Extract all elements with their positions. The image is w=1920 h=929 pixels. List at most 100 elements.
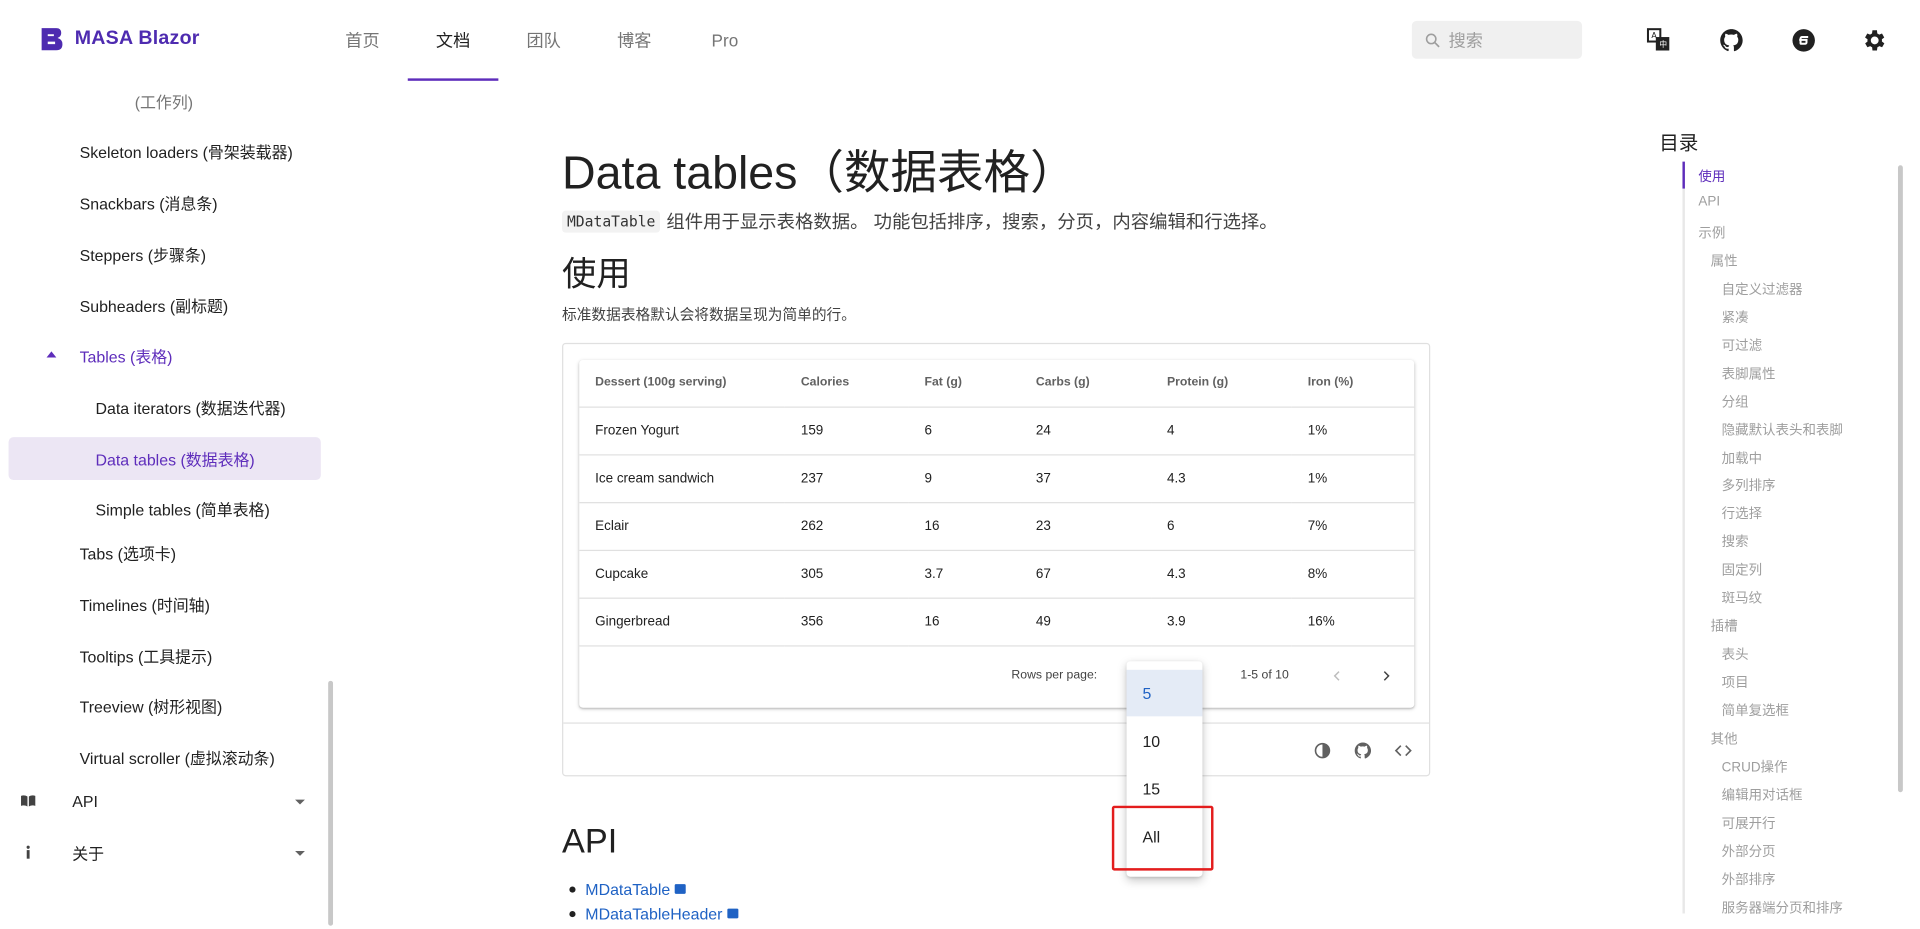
theme-toggle-button[interactable] (1310, 738, 1334, 762)
table-cell: 159 (784, 406, 909, 455)
toc-item[interactable]: 表脚属性 (1722, 363, 1776, 383)
sidebar-item-treeview[interactable]: Treeview (树形视图) (0, 684, 321, 727)
table-cell: Frozen Yogurt (579, 406, 785, 455)
toc-item[interactable]: 外部排序 (1722, 869, 1776, 889)
sidebar-item-virtual-scroller[interactable]: Virtual scroller (虚拟滚动条) (0, 736, 321, 779)
toc-item[interactable]: 隐藏默认表头和表脚 (1722, 419, 1843, 439)
table-of-contents: 使用 API 示例属性自定义过滤器 紧凑可过滤表脚属性分组隐藏默认表头和表脚 加载中多列… (1682, 161, 1902, 917)
api-link-mdatatableheader[interactable]: MDataTableHeader (562, 901, 739, 925)
toc-item[interactable]: CRUD操作 (1722, 757, 1788, 777)
table-cell: 67 (1020, 549, 1152, 599)
view-source-github-button[interactable] (1351, 738, 1375, 762)
sidebar-group-about[interactable]: 关于 (0, 831, 321, 874)
data-table: Dessert (100g serving) Calories Fat (g) … (579, 360, 1415, 708)
toc-item[interactable]: 可过滤 (1722, 335, 1762, 355)
column-header[interactable]: Iron (%) (1291, 360, 1415, 408)
sidebar-item-data-iterators[interactable]: Data iterators (数据迭代器) (0, 386, 321, 429)
toc-item[interactable]: 项目 (1722, 672, 1749, 692)
usage-description: 标准数据表格默认会将数据呈现为简单的行。 (562, 306, 856, 324)
sidebar-item-label: Tooltips (工具提示) (79, 647, 213, 667)
rows-option-10[interactable]: 10 (1127, 718, 1203, 765)
app-header: MASA Blazor 首页 文档 团队 博客 Pro A中 (0, 0, 1920, 81)
sidebar-item-timelines[interactable]: Timelines (时间轴) (0, 583, 321, 626)
nav-team[interactable]: 团队 (498, 0, 589, 81)
next-page-button[interactable] (1374, 664, 1398, 688)
info-icon (26, 845, 30, 859)
toc-item[interactable]: 编辑用对话框 (1722, 785, 1803, 805)
toc-item[interactable]: 简单复选框 (1722, 700, 1789, 720)
toc-item[interactable]: 属性 (1711, 251, 1738, 271)
toc-item[interactable]: 自定义过滤器 (1722, 279, 1803, 299)
table-cell: 6 (1151, 502, 1292, 551)
toc-item[interactable]: 表头 (1722, 644, 1749, 664)
gitee-icon[interactable] (1789, 26, 1818, 55)
toc-item[interactable]: 示例 (1698, 223, 1725, 243)
toc-item[interactable]: 服务器端分页和排序 (1722, 897, 1843, 917)
rows-option-all[interactable]: All (1127, 813, 1203, 860)
column-header[interactable]: Dessert (100g serving) (579, 360, 785, 408)
github-icon[interactable] (1717, 26, 1746, 55)
table-cell: 8% (1291, 549, 1415, 599)
column-header[interactable]: Carbs (g) (1020, 360, 1152, 408)
toc-item[interactable]: 行选择 (1722, 504, 1762, 524)
rows-option-5[interactable]: 5 (1126, 669, 1203, 717)
toc-item[interactable]: 分组 (1722, 391, 1749, 411)
column-header[interactable]: Protein (g) (1151, 360, 1292, 408)
table-cell: 23 (1020, 502, 1152, 551)
table-cell: Ice cream sandwich (579, 454, 785, 503)
api-heading: API (562, 821, 618, 860)
sidebar-group-tables[interactable]: Tables (表格) (0, 334, 321, 377)
toc-item[interactable]: API (1698, 195, 1720, 210)
table-row: Gingerbread 356 16 49 3.9 16% (579, 597, 1415, 646)
sidebar-item-subheaders[interactable]: Subheaders (副标题) (0, 284, 321, 327)
sidebar-item-tabs[interactable]: Tabs (选项卡) (0, 531, 321, 574)
top-nav: 首页 文档 团队 博客 Pro (317, 0, 770, 81)
nav-label: 博客 (617, 30, 652, 51)
table-cell: 7% (1291, 502, 1415, 551)
nav-pro[interactable]: Pro (680, 0, 771, 81)
sidebar-item-steppers[interactable]: Steppers (步骤条) (0, 233, 321, 276)
sidebar-item-skeleton-loaders[interactable]: Skeleton loaders (骨架装载器) (0, 130, 321, 173)
sidebar-item-label: Snackbars (消息条) (79, 194, 218, 214)
open-in-new-icon (727, 908, 739, 919)
toc-item[interactable]: 多列排序 (1722, 476, 1776, 496)
sidebar-item-toolbars[interactable]: (工作列) (0, 81, 321, 123)
toc-item[interactable]: 固定列 (1722, 560, 1762, 580)
toc-item[interactable]: 搜索 (1722, 532, 1749, 552)
nav-docs[interactable]: 文档 (407, 0, 499, 81)
sidebar-scrollbar[interactable] (328, 680, 334, 926)
sidebar-item-label: Simple tables (简单表格) (95, 500, 270, 520)
sidebar-item-simple-tables[interactable]: Simple tables (简单表格) (0, 487, 321, 530)
sidebar-item-label: Treeview (树形视图) (79, 697, 223, 717)
sidebar-item-label: Tables (表格) (79, 347, 173, 367)
view-code-button[interactable] (1391, 738, 1415, 762)
search-input[interactable] (1448, 30, 1572, 50)
toc-scrollbar[interactable] (1897, 165, 1903, 793)
toc-item[interactable]: 其他 (1711, 729, 1738, 749)
toc-item[interactable]: 可展开行 (1722, 813, 1776, 833)
brand-logo[interactable]: MASA Blazor (38, 24, 200, 53)
sidebar-item-snackbars[interactable]: Snackbars (消息条) (0, 181, 321, 224)
sidebar-group-api[interactable]: API (0, 780, 321, 823)
column-header[interactable]: Calories (784, 360, 909, 408)
settings-icon[interactable] (1860, 26, 1889, 55)
sidebar-item-tooltips[interactable]: Tooltips (工具提示) (0, 634, 321, 677)
toc-item[interactable]: 插槽 (1711, 616, 1738, 636)
prev-page-button[interactable] (1325, 664, 1349, 688)
api-link-mdatatable[interactable]: MDataTable (562, 877, 738, 901)
toc-item[interactable]: 加载中 (1722, 448, 1762, 468)
rows-option-15[interactable]: 15 (1127, 765, 1203, 812)
toc-item[interactable]: 紧凑 (1722, 307, 1749, 327)
nav-home[interactable]: 首页 (317, 0, 408, 81)
toc-item[interactable]: 斑马纹 (1722, 588, 1762, 608)
intro-text: 组件用于显示表格数据。 功能包括排序，搜索，分页，内容编辑和行选择。 (666, 211, 1278, 233)
toc-item[interactable]: 使用 (1698, 167, 1725, 187)
toc-active-indicator (1682, 161, 1685, 189)
nav-blog[interactable]: 博客 (589, 0, 680, 81)
toc-item[interactable]: 外部分页 (1722, 841, 1776, 861)
translate-icon[interactable]: A中 (1645, 26, 1674, 55)
search-box[interactable] (1411, 20, 1583, 59)
table-row: Ice cream sandwich 237 9 37 4.3 1% (579, 454, 1415, 503)
sidebar-item-data-tables[interactable]: Data tables (数据表格) (8, 437, 321, 481)
column-header[interactable]: Fat (g) (908, 360, 1021, 408)
